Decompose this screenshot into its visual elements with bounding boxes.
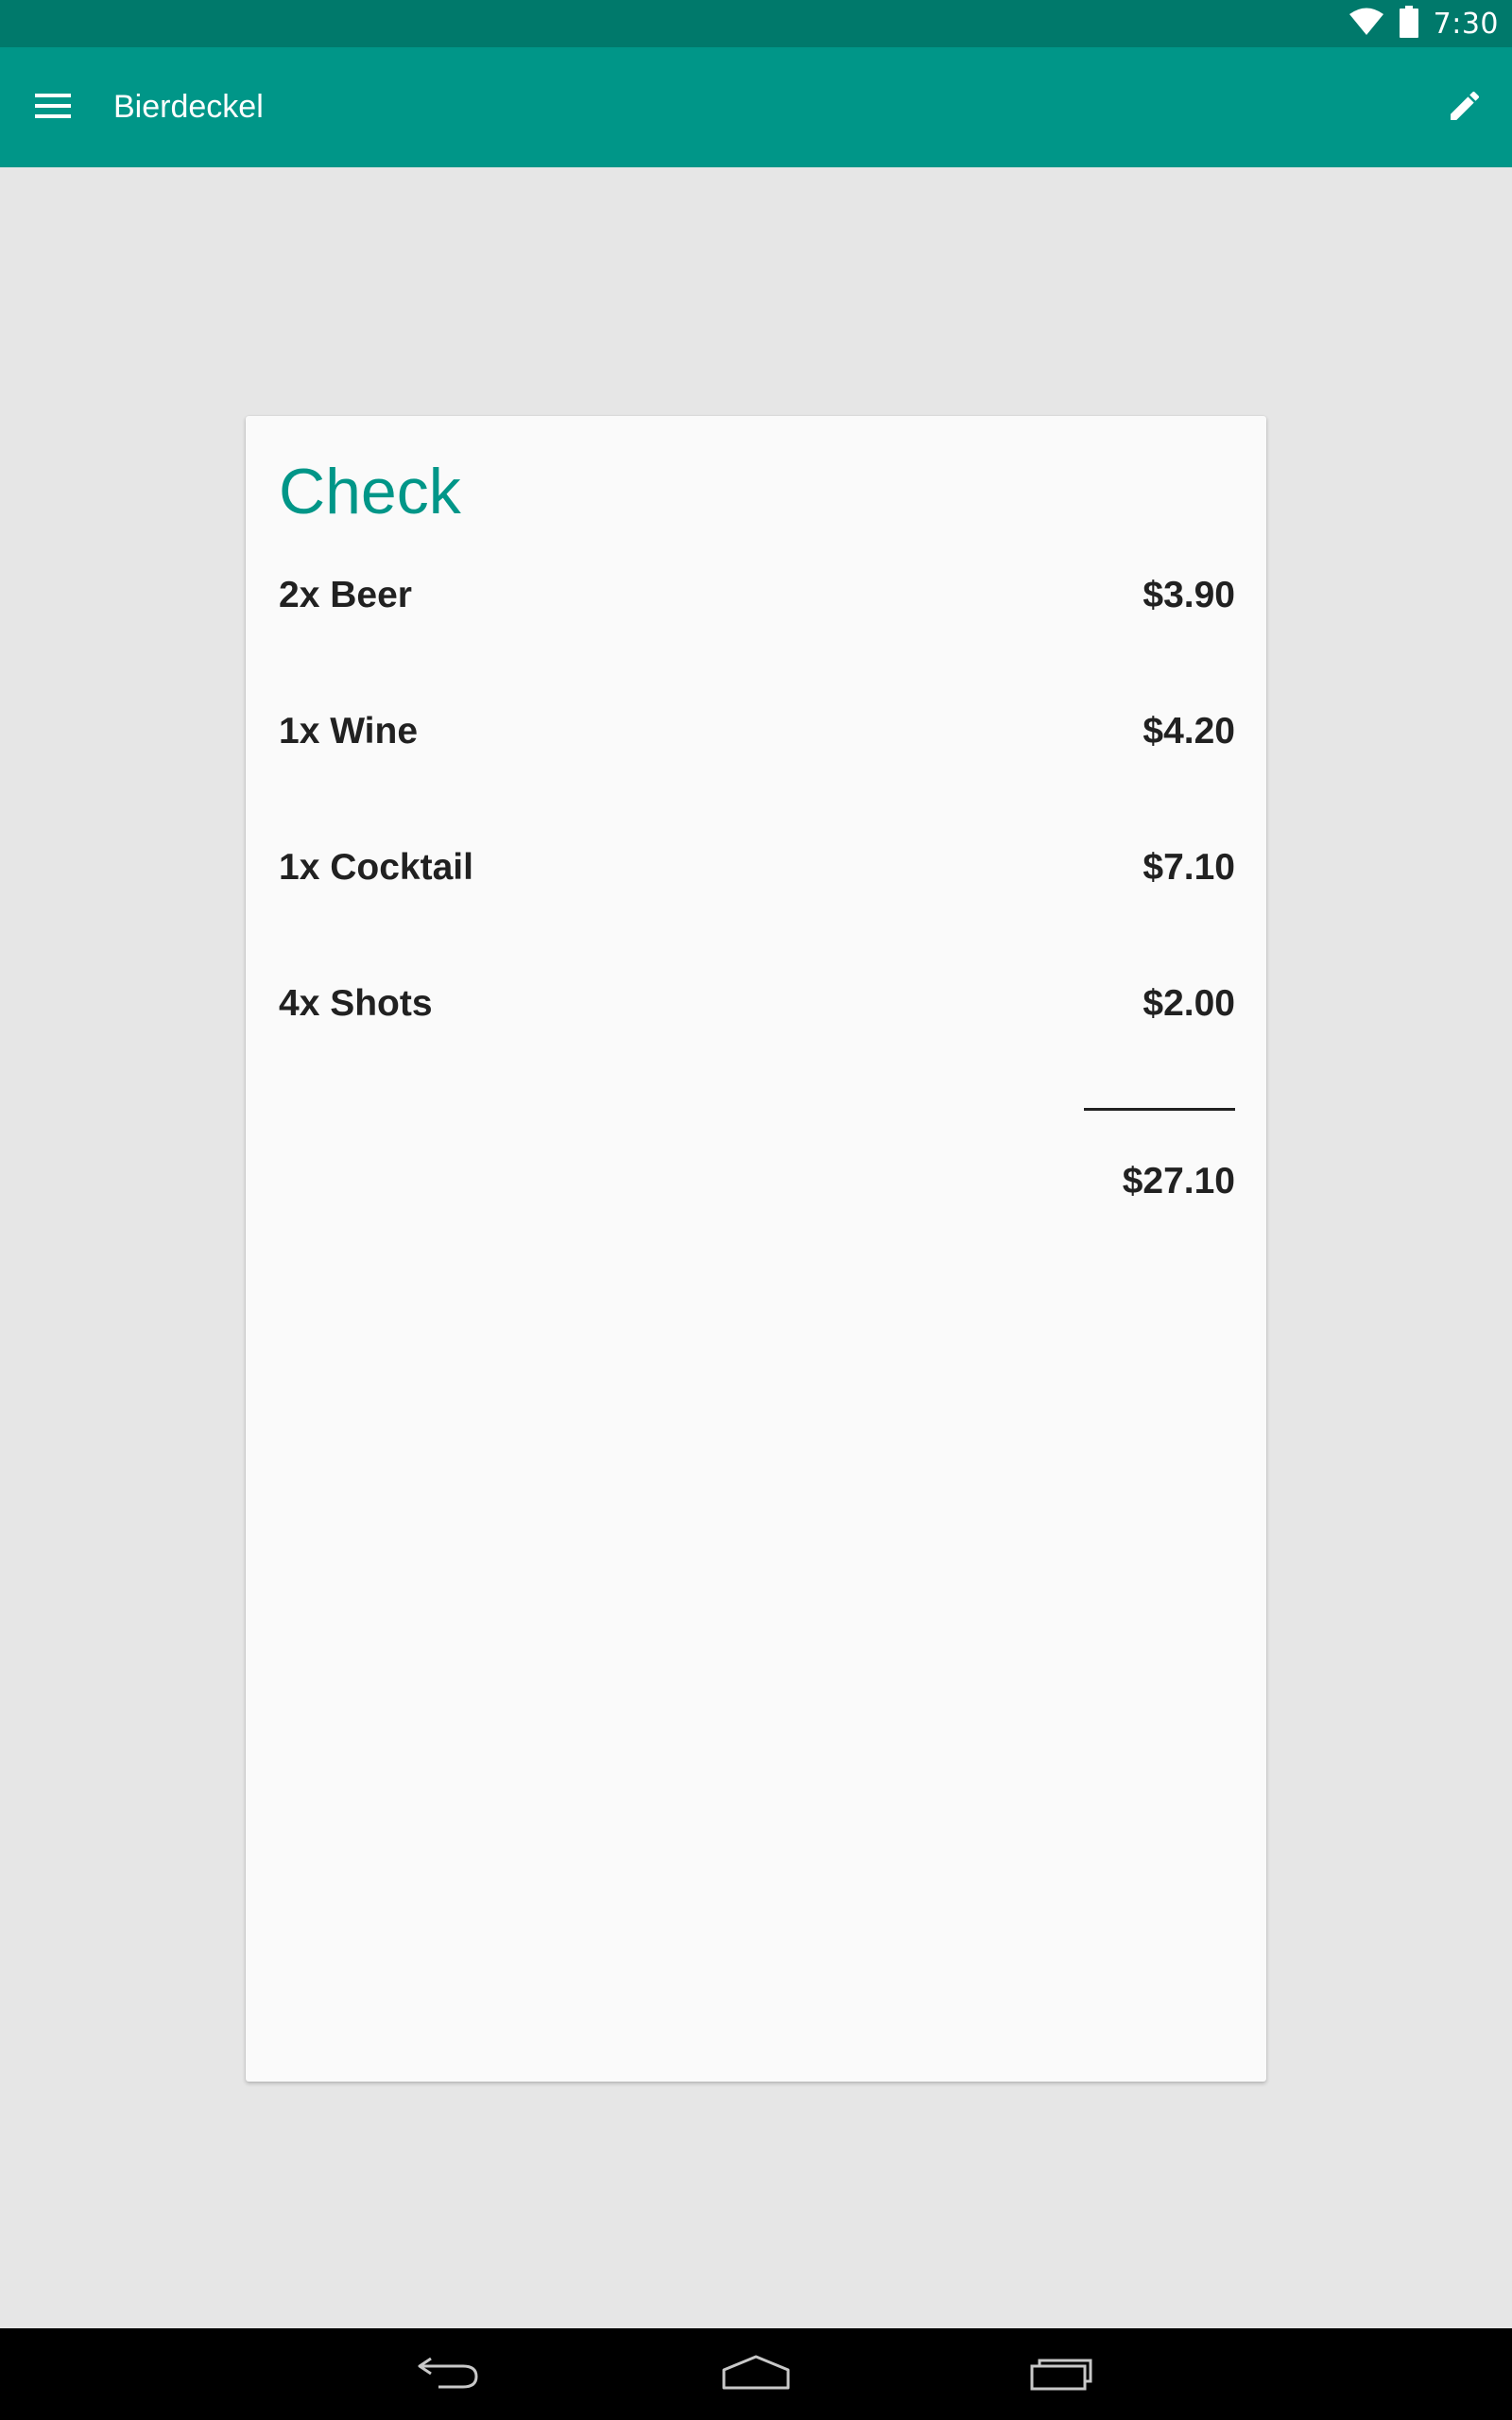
- status-icons: 7:30: [1349, 0, 1499, 47]
- app-bar: Bierdeckel: [0, 47, 1512, 167]
- list-item: 4x Shots $2.00: [279, 985, 1235, 1121]
- item-price: $2.00: [1143, 983, 1235, 1024]
- app-title: Bierdeckel: [113, 89, 264, 125]
- recents-button[interactable]: [1011, 2336, 1115, 2411]
- home-icon: [721, 2353, 791, 2394]
- recents-icon: [1030, 2353, 1096, 2394]
- item-label: 1x Wine: [279, 711, 419, 752]
- item-label: 1x Cocktail: [279, 847, 473, 888]
- item-price: $3.90: [1143, 575, 1235, 615]
- back-icon: [416, 2353, 482, 2394]
- card-title: Check: [279, 456, 461, 527]
- check-items: 2x Beer $3.90 1x Wine $4.20 1x Cocktail …: [279, 577, 1235, 1121]
- item-label: 2x Beer: [279, 575, 412, 615]
- edit-button[interactable]: [1431, 70, 1499, 146]
- navigation-bar: [0, 2328, 1512, 2420]
- list-item: 2x Beer $3.90: [279, 577, 1235, 713]
- total-divider: [1084, 1108, 1235, 1111]
- check-card: Check 2x Beer $3.90 1x Wine $4.20 1x Coc…: [246, 416, 1266, 2082]
- menu-button[interactable]: [19, 70, 87, 146]
- list-item: 1x Cocktail $7.10: [279, 849, 1235, 985]
- battery-icon: [1399, 6, 1418, 42]
- status-bar: 7:30: [0, 0, 1512, 47]
- list-item: 1x Wine $4.20: [279, 713, 1235, 849]
- item-label: 4x Shots: [279, 983, 433, 1024]
- home-button[interactable]: [704, 2336, 808, 2411]
- item-price: $7.10: [1143, 847, 1235, 888]
- menu-icon: [35, 92, 71, 124]
- wifi-icon: [1349, 8, 1384, 40]
- status-time: 7:30: [1433, 7, 1499, 41]
- pencil-icon: [1446, 87, 1484, 129]
- back-button[interactable]: [397, 2336, 501, 2411]
- item-price: $4.20: [1143, 711, 1235, 752]
- total-amount: $27.10: [1122, 1161, 1235, 1201]
